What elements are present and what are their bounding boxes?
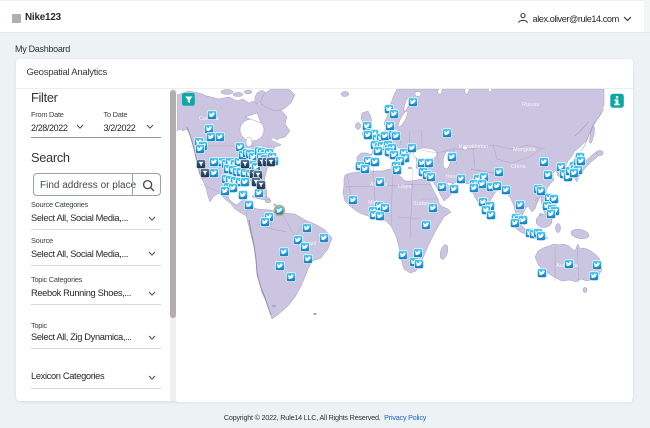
- svg-text:Russia: Russia: [522, 102, 540, 108]
- svg-text:China: China: [511, 164, 527, 170]
- svg-text:Libya: Libya: [398, 184, 412, 190]
- svg-text:Kazakhstan: Kazakhstan: [459, 144, 488, 150]
- svg-text:Mongolia: Mongolia: [513, 147, 537, 153]
- svg-text:Sudan: Sudan: [413, 201, 429, 207]
- svg-text:Iran: Iran: [446, 174, 456, 180]
